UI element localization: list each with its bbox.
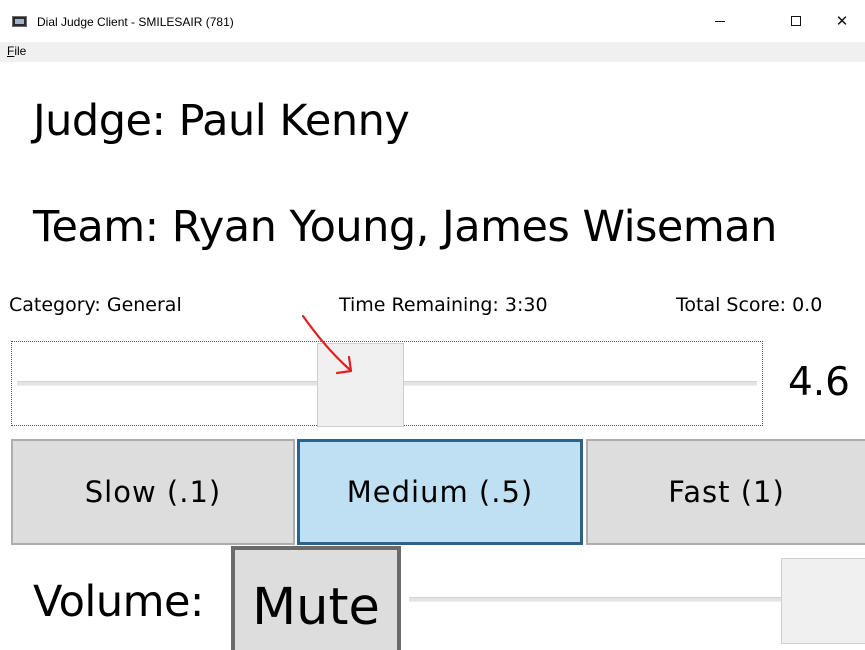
total-score-label: Total Score: 0.0 — [676, 294, 823, 316]
maximize-icon — [791, 16, 801, 26]
minimize-icon — [715, 20, 725, 22]
volume-slider-track[interactable] — [409, 597, 782, 602]
window-title: Dial Judge Client - SMILESAIR (781) — [37, 15, 234, 29]
mute-button[interactable]: Mute — [231, 546, 401, 650]
maximize-button[interactable] — [773, 0, 819, 42]
category-label: Category: General — [9, 294, 182, 316]
volume-slider-thumb[interactable] — [781, 558, 865, 644]
volume-label: Volume: — [33, 577, 204, 627]
speed-fast-button[interactable]: Fast (1) — [586, 439, 865, 545]
annotation-arrow-icon — [301, 314, 353, 375]
speed-slow-label: Slow (.1) — [84, 475, 222, 509]
menu-file[interactable]: File — [7, 44, 26, 58]
judge-name: Judge: Paul Kenny — [33, 96, 410, 146]
app-window-icon — [12, 16, 27, 27]
close-button[interactable]: ✕ — [819, 0, 865, 42]
mute-label: Mute — [252, 578, 380, 637]
speed-medium-button[interactable]: Medium (.5) — [297, 439, 583, 545]
speed-fast-label: Fast (1) — [668, 475, 785, 509]
speed-medium-label: Medium (.5) — [346, 475, 534, 509]
minimize-button[interactable] — [697, 0, 743, 42]
close-icon: ✕ — [835, 12, 849, 30]
score-value: 4.6 — [787, 360, 850, 405]
title-bar: Dial Judge Client - SMILESAIR (781) ✕ — [0, 0, 865, 42]
team-names: Team: Ryan Young, James Wiseman — [33, 202, 777, 252]
speed-slow-button[interactable]: Slow (.1) — [11, 439, 295, 545]
menu-bar: File — [0, 42, 865, 62]
